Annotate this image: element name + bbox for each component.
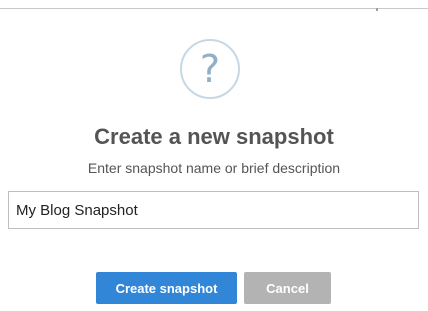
cancel-button[interactable]: Cancel [244,272,331,304]
question-icon: ? [180,39,240,99]
top-divider [0,8,428,9]
dialog-title: Create a new snapshot [94,124,334,149]
top-marker [376,8,378,11]
dialog-subtitle: Enter snapshot name or brief description [87,160,341,176]
create-snapshot-button[interactable]: Create snapshot [96,272,237,304]
snapshot-dialog: ? Create a new snapshot Enter snapshot n… [0,0,428,311]
snapshot-name-input[interactable] [8,191,419,229]
question-mark-glyph: ? [199,47,221,91]
